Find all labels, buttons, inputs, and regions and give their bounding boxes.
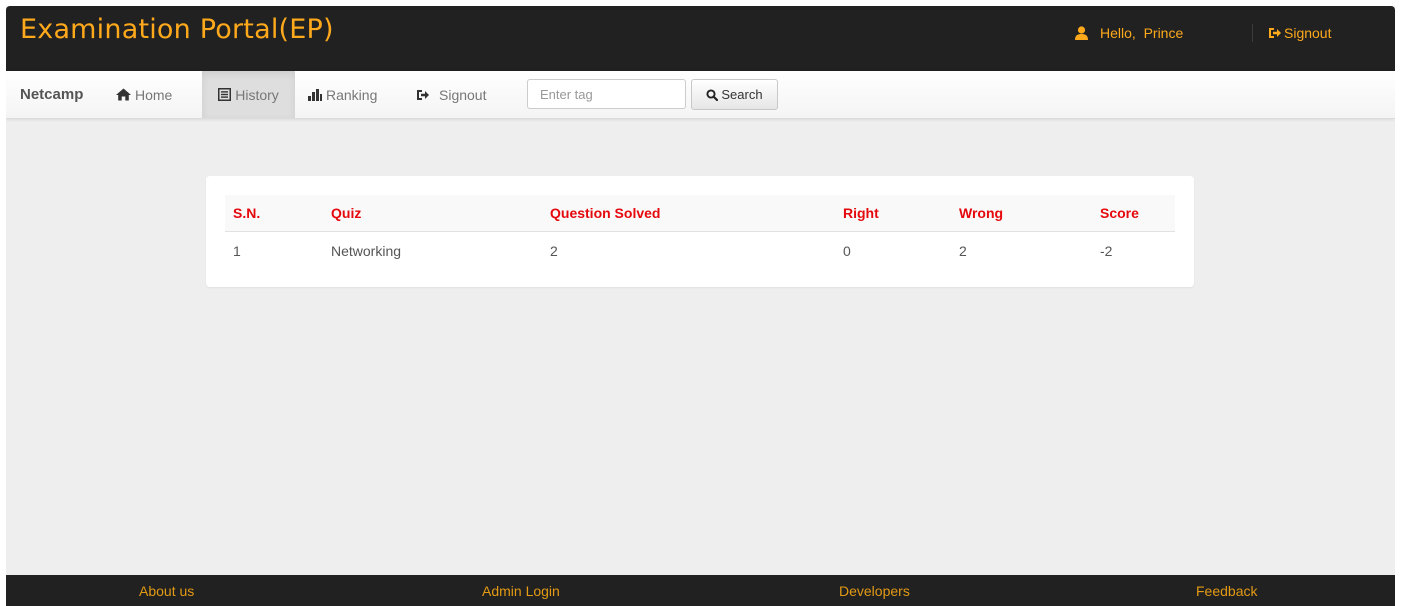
column-header-sn: S.N. bbox=[225, 195, 323, 232]
table-row: 1 Networking 2 0 2 -2 bbox=[225, 232, 1175, 271]
nav-ranking-label: Ranking bbox=[326, 86, 378, 103]
main-navbar: Netcamp Home History Ranking Signout Ent… bbox=[6, 71, 1395, 119]
list-icon bbox=[218, 88, 232, 101]
footer-link-about-us[interactable]: About us bbox=[139, 583, 194, 599]
header-signout-link[interactable]: Signout bbox=[1268, 25, 1331, 41]
column-header-score: Score bbox=[1092, 195, 1175, 232]
bar-chart-icon bbox=[308, 88, 322, 101]
footer: About us Admin Login Developers Feedback bbox=[6, 575, 1395, 606]
cell-quiz: Networking bbox=[331, 243, 402, 259]
nav-signout-label: Signout bbox=[439, 86, 487, 103]
cell-right: 0 bbox=[843, 243, 851, 259]
tag-search-input[interactable] bbox=[527, 79, 686, 109]
user-greeting[interactable]: Hello, Prince bbox=[1075, 25, 1183, 41]
column-header-question-solved: Question Solved bbox=[542, 195, 835, 232]
cell-sn: 1 bbox=[233, 243, 241, 259]
cell-score: -2 bbox=[1100, 243, 1113, 259]
signout-icon bbox=[1268, 27, 1281, 39]
column-header-right: Right bbox=[835, 195, 951, 232]
column-header-wrong: Wrong bbox=[951, 195, 1092, 232]
header-signout-label: Signout bbox=[1284, 25, 1332, 41]
column-header-quiz: Quiz bbox=[323, 195, 542, 232]
footer-link-developers[interactable]: Developers bbox=[839, 583, 910, 599]
greeting-text: Hello, Prince bbox=[1100, 25, 1184, 41]
site-title[interactable]: Examination Portal(EP) bbox=[20, 14, 334, 45]
history-table: S.N. Quiz Question Solved Right Wrong Sc… bbox=[225, 195, 1175, 270]
nav-history[interactable]: History bbox=[202, 71, 295, 118]
navbar-brand[interactable]: Netcamp bbox=[20, 86, 83, 103]
top-header: Examination Portal(EP) Hello, Prince Sig… bbox=[6, 6, 1395, 71]
cell-question-solved: 2 bbox=[550, 243, 558, 259]
page-frame: Examination Portal(EP) Hello, Prince Sig… bbox=[6, 6, 1395, 606]
table-header-row: S.N. Quiz Question Solved Right Wrong Sc… bbox=[225, 195, 1175, 232]
footer-link-feedback[interactable]: Feedback bbox=[1196, 583, 1257, 599]
footer-link-admin-login[interactable]: Admin Login bbox=[482, 583, 560, 599]
cell-wrong: 2 bbox=[959, 243, 967, 259]
home-icon bbox=[116, 88, 131, 101]
history-card: S.N. Quiz Question Solved Right Wrong Sc… bbox=[206, 176, 1194, 287]
search-button-label: Search bbox=[721, 87, 763, 102]
nav-signout[interactable]: Signout bbox=[416, 71, 486, 118]
nav-home-label: Home bbox=[135, 86, 173, 103]
user-icon bbox=[1075, 26, 1088, 40]
header-divider bbox=[1252, 24, 1253, 42]
search-icon bbox=[706, 88, 719, 101]
search-button[interactable]: Search bbox=[691, 79, 778, 110]
nav-home[interactable]: Home bbox=[116, 71, 172, 118]
signout-icon bbox=[416, 89, 429, 101]
nav-ranking[interactable]: Ranking bbox=[308, 71, 377, 118]
nav-history-label: History bbox=[235, 86, 279, 103]
